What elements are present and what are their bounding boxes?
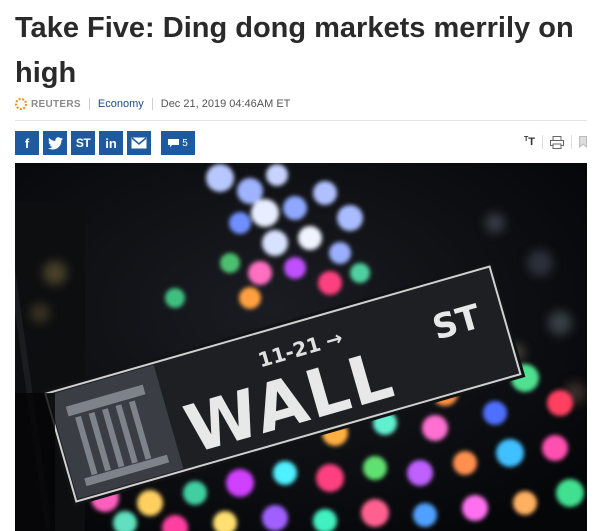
bookmark-icon[interactable] <box>579 136 587 148</box>
meta-divider <box>88 98 90 110</box>
source-label: REUTERS <box>31 98 81 110</box>
article-photo: WALL ST 11-21 → <box>15 163 587 531</box>
share-bar: f ST in 5 <box>15 131 195 155</box>
meta-divider <box>151 98 153 110</box>
tools-divider <box>571 135 572 149</box>
twitter-button[interactable] <box>43 131 67 155</box>
article-page: Take Five: Ding dong markets merrily on … <box>0 0 600 531</box>
twitter-icon <box>47 136 63 149</box>
linkedin-button[interactable]: in <box>99 131 123 155</box>
print-icon[interactable] <box>550 135 564 149</box>
wall-street-sign-photo: WALL ST 11-21 → <box>15 163 587 531</box>
email-button[interactable] <box>127 131 151 155</box>
comment-icon <box>168 138 180 147</box>
stocktwits-button[interactable]: ST <box>71 131 95 155</box>
text-size-icon[interactable]: TT <box>524 136 535 148</box>
article-meta: REUTERS Economy Dec 21, 2019 04:46AM ET <box>15 95 290 113</box>
reuters-logo: REUTERS <box>15 98 81 110</box>
comments-button[interactable]: 5 <box>161 131 195 155</box>
stocktwits-icon: ST <box>75 136 91 150</box>
tools-divider <box>542 135 543 149</box>
publish-date: Dec 21, 2019 04:46AM ET <box>160 98 291 110</box>
reuters-dots-icon <box>15 98 27 110</box>
article-headline: Take Five: Ding dong markets merrily on … <box>15 12 574 89</box>
comments-count: 5 <box>182 137 188 149</box>
envelope-icon <box>131 137 147 149</box>
article-tools: TT <box>524 135 587 149</box>
facebook-icon: f <box>24 135 30 151</box>
facebook-button[interactable]: f <box>15 131 39 155</box>
divider <box>15 120 587 121</box>
linkedin-icon: in <box>105 135 117 151</box>
section-link[interactable]: Economy <box>98 98 144 110</box>
